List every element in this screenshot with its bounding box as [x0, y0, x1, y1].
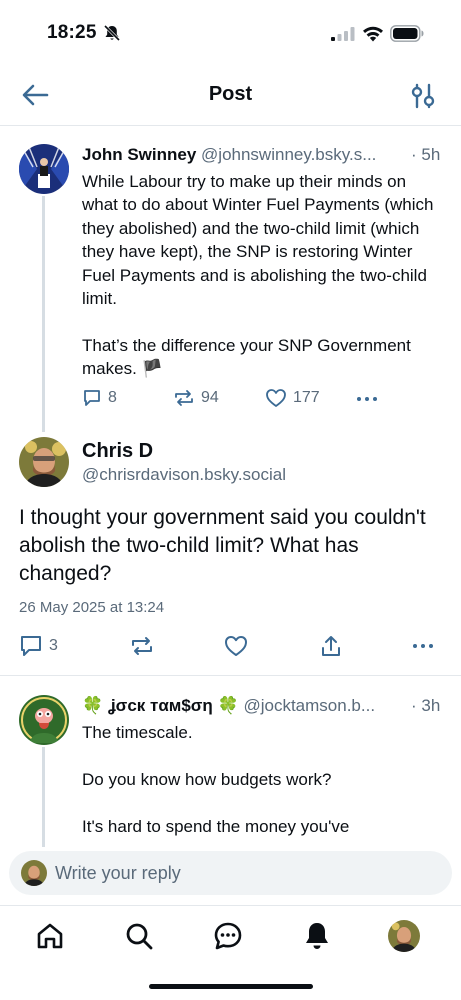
repost-button[interactable]: 94 [173, 388, 219, 408]
like-button[interactable] [224, 634, 248, 658]
more-options-icon [357, 397, 377, 401]
thread-line [42, 747, 45, 847]
avatar-image [388, 920, 420, 952]
thread-settings-icon[interactable] [410, 82, 436, 110]
reply-icon [84, 390, 100, 406]
reply-button[interactable]: 8 [82, 388, 117, 408]
avatar-image [19, 695, 69, 745]
post-actions: 3 [19, 634, 439, 658]
avatar-image [21, 860, 47, 886]
avatar[interactable] [19, 144, 69, 194]
chat-icon[interactable] [212, 920, 244, 952]
header: Post [0, 64, 461, 126]
post-author[interactable]: 🍀 ʝσcк тαм$ση 🍀 @jocktamson.b... [82, 696, 375, 716]
cellular-signal-icon [331, 27, 355, 41]
author-name[interactable]: Chris D [82, 440, 153, 463]
author-handle: @jocktamson.b... [243, 696, 376, 715]
more-button[interactable] [411, 634, 435, 658]
post-actions: 8 94 177 [82, 388, 382, 412]
author-handle[interactable]: @chrisrdavison.bsky.social [82, 465, 286, 485]
share-icon [322, 636, 340, 656]
post-text: The timescale. Do you know how budgets w… [82, 723, 350, 836]
avatar-image [19, 144, 69, 194]
more-button[interactable] [356, 388, 378, 408]
bell-off-icon [103, 24, 121, 42]
status-time: 18:25 [47, 22, 97, 43]
post-timestamp: 26 May 2025 at 13:24 [19, 599, 165, 616]
home-icon[interactable] [34, 920, 66, 952]
avatar[interactable] [19, 437, 69, 487]
author-name: 🍀 ʝσcк тαм$ση 🍀 [82, 696, 239, 715]
reply-icon [21, 636, 41, 656]
reply-placeholder: Write your reply [55, 863, 181, 883]
heart-icon [225, 636, 247, 656]
profile-avatar[interactable] [388, 920, 420, 952]
home-indicator [149, 984, 313, 989]
reply-count: 3 [49, 637, 58, 654]
search-icon[interactable] [123, 920, 155, 952]
heart-icon [266, 389, 286, 407]
repost-button[interactable] [130, 634, 154, 658]
share-button[interactable] [319, 634, 343, 658]
post-time: · 5h [411, 145, 441, 164]
post-text: I thought your government said you could… [19, 506, 426, 585]
reply-button[interactable]: 3 [19, 634, 58, 658]
like-count: 177 [293, 389, 320, 406]
post-time: · 3h [411, 696, 441, 715]
repost-icon [175, 390, 193, 406]
avatar[interactable] [19, 695, 69, 745]
reply-composer[interactable]: Write your reply [9, 851, 452, 895]
more-options-icon [413, 644, 433, 648]
reply-count: 8 [108, 389, 117, 406]
thread-line [42, 196, 45, 432]
status-bar: 18:25 [0, 0, 461, 64]
divider [0, 675, 461, 676]
repost-icon [132, 637, 152, 655]
battery-icon [390, 25, 424, 42]
wifi-icon [363, 26, 383, 42]
avatar [21, 860, 47, 886]
repost-count: 94 [201, 389, 219, 406]
avatar-image [19, 437, 69, 487]
page-title: Post [208, 83, 253, 105]
notifications-bell-icon[interactable] [301, 920, 333, 952]
post-text: While Labour try to make up their minds … [82, 172, 434, 379]
post-author[interactable]: John Swinney @johnswinney.bsky.s... [82, 145, 376, 165]
author-handle: @johnswinney.bsky.s... [201, 145, 377, 164]
author-name: John Swinney [82, 145, 197, 164]
like-button[interactable]: 177 [265, 388, 320, 408]
